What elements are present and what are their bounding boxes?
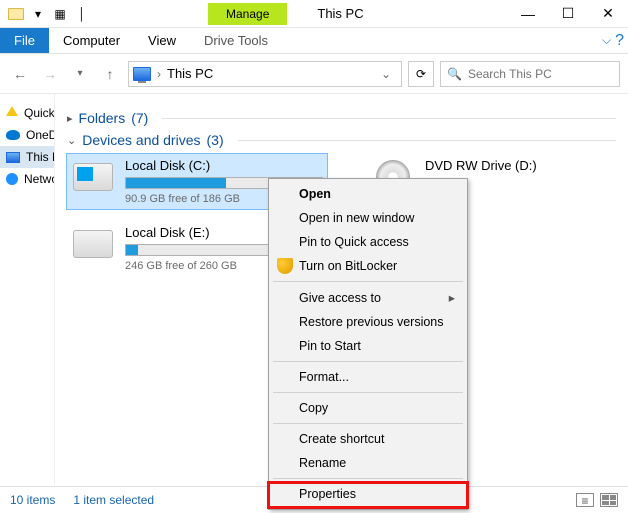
details-view-button[interactable] (576, 493, 594, 507)
devices-count: (3) (207, 132, 224, 148)
folders-group-header[interactable]: ▸ Folders (7) (67, 110, 616, 126)
pc-icon (6, 152, 20, 163)
address-dropdown-icon[interactable]: ⌄ (375, 67, 397, 81)
search-icon: 🔍 (447, 67, 462, 81)
network-icon (6, 173, 18, 185)
chevron-right-icon: ▸ (67, 112, 73, 125)
manage-contextual-tab[interactable]: Manage (208, 3, 287, 25)
ctx-rename[interactable]: Rename (271, 451, 465, 475)
view-tab[interactable]: View (134, 28, 190, 53)
ctx-bitlocker[interactable]: Turn on BitLocker (271, 254, 465, 278)
devices-group-header[interactable]: ⌄ Devices and drives (3) (67, 132, 616, 148)
up-button[interactable]: ↑ (98, 62, 122, 86)
recent-dropdown[interactable]: ▾ (68, 62, 92, 86)
sidebar-item-network[interactable]: Network (0, 168, 54, 190)
computer-tab[interactable]: Computer (49, 28, 134, 53)
ctx-create-shortcut[interactable]: Create shortcut (271, 427, 465, 451)
large-icons-view-button[interactable] (600, 493, 618, 507)
folders-label: Folders (79, 110, 126, 126)
star-icon (6, 106, 18, 116)
folders-count: (7) (131, 110, 148, 126)
navigation-bar: ← → ▾ ↑ › This PC ⌄ ⟳ 🔍 Search This PC (0, 54, 628, 94)
pc-icon (133, 67, 151, 81)
ctx-separator (273, 478, 463, 479)
chevron-right-icon: ▸ (449, 290, 455, 305)
annotation-highlight (267, 481, 469, 509)
address-bar[interactable]: › This PC ⌄ (128, 61, 402, 87)
qat-dropdown-icon[interactable]: ▾ (28, 4, 48, 24)
search-input[interactable]: 🔍 Search This PC (440, 61, 620, 87)
ctx-format[interactable]: Format... (271, 365, 465, 389)
ctx-separator (273, 281, 463, 282)
drive-c-name: Local Disk (C:) (125, 158, 323, 173)
address-text: This PC (167, 66, 213, 81)
status-selected: 1 item selected (73, 493, 154, 507)
chevron-down-icon: ⌄ (67, 134, 76, 147)
ribbon-toggle-button[interactable]: ⌵ ? (598, 28, 628, 53)
ctx-copy[interactable]: Copy (271, 396, 465, 420)
refresh-button[interactable]: ⟳ (408, 61, 434, 87)
qat-divider: │ (72, 4, 92, 24)
devices-label: Devices and drives (82, 132, 200, 148)
ctx-pin-quick-access[interactable]: Pin to Quick access (271, 230, 465, 254)
folder-icon (6, 4, 26, 24)
search-placeholder: Search This PC (468, 67, 552, 81)
minimize-button[interactable]: — (508, 0, 548, 28)
maximize-button[interactable]: ☐ (548, 0, 588, 28)
window-title: This PC (317, 6, 363, 21)
ctx-separator (273, 361, 463, 362)
ctx-pin-start[interactable]: Pin to Start (271, 334, 465, 358)
title-bar: ▾ ▦ │ Manage This PC — ☐ ✕ (0, 0, 628, 28)
ctx-restore-versions[interactable]: Restore previous versions (271, 310, 465, 334)
ctx-open[interactable]: Open (271, 182, 465, 206)
hdd-icon (71, 225, 115, 263)
drive-dvd-name: DVD RW Drive (D:) (425, 158, 563, 173)
forward-button[interactable]: → (38, 62, 62, 86)
context-menu: Open Open in new window Pin to Quick acc… (268, 178, 468, 510)
onedrive-icon (6, 130, 20, 140)
sidebar-item-quick-access[interactable]: Quick access (0, 102, 54, 124)
ribbon-tabs: File Computer View Drive Tools ⌵ ? (0, 28, 628, 54)
hdd-icon (71, 158, 115, 196)
properties-qat-icon[interactable]: ▦ (50, 4, 70, 24)
quick-access-toolbar: ▾ ▦ │ (0, 4, 98, 24)
status-item-count: 10 items (10, 493, 55, 507)
drive-tools-tab[interactable]: Drive Tools (190, 28, 282, 53)
ctx-separator (273, 423, 463, 424)
back-button[interactable]: ← (8, 62, 32, 86)
file-tab[interactable]: File (0, 28, 49, 53)
sidebar-item-this-pc[interactable]: This PC (0, 146, 54, 168)
ctx-open-new-window[interactable]: Open in new window (271, 206, 465, 230)
navigation-sidebar: Quick access OneDrive This PC Network (0, 94, 55, 484)
ctx-separator (273, 392, 463, 393)
ctx-give-access[interactable]: Give access to▸ (271, 285, 465, 310)
shield-icon (277, 258, 293, 274)
sidebar-item-onedrive[interactable]: OneDrive (0, 124, 54, 146)
close-button[interactable]: ✕ (588, 0, 628, 28)
